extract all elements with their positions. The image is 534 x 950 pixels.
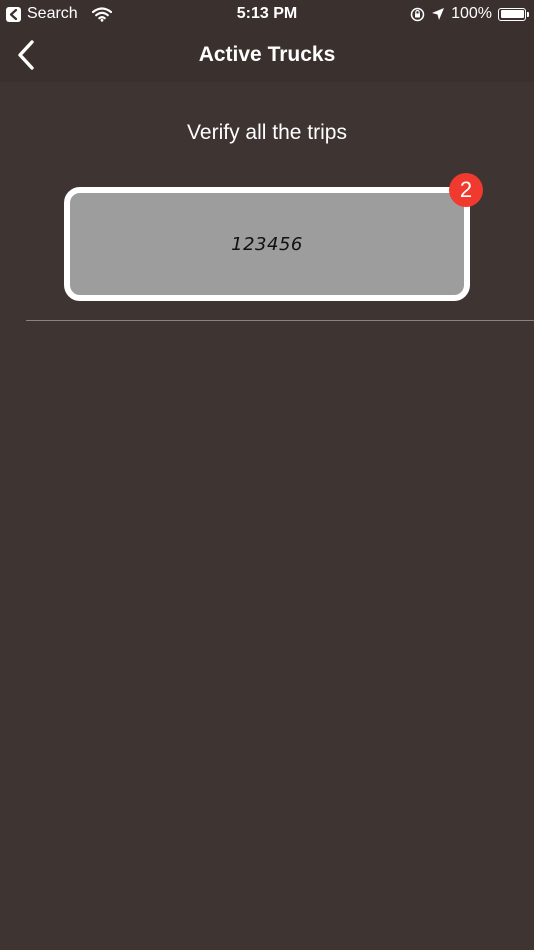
divider	[26, 320, 534, 321]
truck-card[interactable]: 123456	[64, 187, 470, 301]
nav-bar: Active Trucks	[0, 28, 534, 82]
status-bar: Search 5:13 PM 100%	[0, 0, 534, 28]
battery-icon	[498, 7, 529, 21]
page-title: Active Trucks	[198, 43, 336, 66]
battery-percent: 100%	[451, 5, 492, 22]
orientation-lock-icon	[410, 7, 425, 22]
location-arrow-icon	[431, 7, 445, 21]
status-right: 100%	[410, 4, 529, 24]
instruction-text: Verify all the trips	[187, 121, 347, 144]
trip-count-badge: 2	[449, 173, 483, 207]
truck-number[interactable]: 123456	[231, 234, 303, 255]
